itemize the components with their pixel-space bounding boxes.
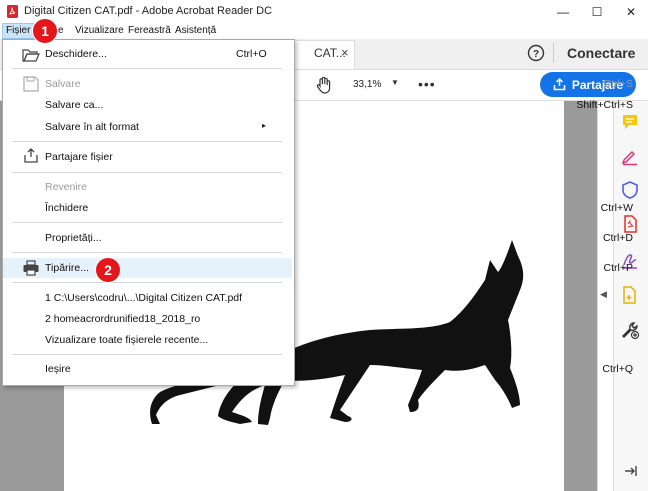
step-badge-1: 1 bbox=[32, 18, 58, 44]
menu-item-recent-1-label: 1 C:\Users\codru\...\Digital Citizen CAT… bbox=[45, 292, 243, 304]
document-tab-close-icon[interactable]: × bbox=[341, 45, 349, 60]
menu-item-revert-label: Revenire bbox=[45, 181, 88, 193]
menu-item-close-label: Închidere bbox=[45, 202, 89, 214]
svg-text:?: ? bbox=[533, 49, 539, 60]
menu-window[interactable]: Fereastră bbox=[128, 23, 171, 39]
menu-item-open-label: Deschidere... bbox=[45, 48, 107, 60]
help-icon[interactable]: ? bbox=[527, 44, 545, 62]
submenu-arrow-icon: ▸ bbox=[262, 121, 267, 130]
protect-shield-icon[interactable] bbox=[620, 180, 640, 200]
menu-separator bbox=[12, 141, 282, 142]
menu-item-save-as-label: Salvare ca... bbox=[45, 99, 104, 111]
menu-separator bbox=[12, 68, 282, 69]
menu-item-save bbox=[2, 75, 293, 95]
share-file-icon bbox=[24, 148, 38, 163]
menu-view[interactable]: Vizualizare bbox=[75, 23, 124, 39]
window-title: Digital Citizen CAT.pdf - Adobe Acrobat … bbox=[24, 5, 273, 17]
menu-edit[interactable]: e bbox=[58, 23, 64, 39]
menu-separator bbox=[12, 354, 282, 355]
header-divider bbox=[553, 43, 554, 63]
menu-item-save-other-format-label: Salvare în alt format bbox=[45, 121, 139, 133]
menu-item-print-label: Tipărire... bbox=[45, 262, 89, 274]
export-pdf-icon[interactable] bbox=[620, 214, 640, 234]
folder-open-icon bbox=[22, 49, 40, 62]
fill-sign-icon[interactable] bbox=[620, 146, 640, 166]
menu-file[interactable]: Fișier bbox=[2, 23, 35, 39]
more-tools-icon[interactable] bbox=[620, 320, 640, 340]
menu-item-open-shortcut: Ctrl+O bbox=[236, 48, 267, 60]
menu-separator bbox=[12, 172, 282, 173]
minimize-button[interactable]: — bbox=[546, 0, 580, 23]
menu-separator bbox=[12, 282, 282, 283]
menu-item-properties-shortcut: Ctrl+D bbox=[602, 232, 633, 244]
organize-pages-icon[interactable] bbox=[620, 285, 640, 305]
menu-item-save-as-shortcut: Shift+Ctrl+S bbox=[576, 99, 633, 111]
expand-panel-icon[interactable] bbox=[623, 463, 639, 479]
printer-icon bbox=[23, 260, 39, 276]
step-badge-2: 2 bbox=[95, 257, 121, 283]
sign-in-link[interactable]: Conectare bbox=[567, 45, 635, 61]
menu-item-close-shortcut: Ctrl+W bbox=[600, 202, 633, 214]
menu-item-view-all-recent-label: Vizualizare toate fișierele recente... bbox=[45, 334, 209, 346]
menu-help[interactable]: Asistență bbox=[175, 23, 216, 39]
menu-item-save-shortcut: Ctrl+S bbox=[603, 78, 633, 90]
comment-icon[interactable] bbox=[620, 112, 640, 132]
menu-item-share-file-label: Partajare fișier bbox=[45, 151, 113, 163]
menu-item-exit-label: Ieșire bbox=[45, 363, 71, 375]
acrobat-icon bbox=[7, 5, 18, 18]
menu-item-properties-label: Proprietăți... bbox=[45, 232, 102, 244]
menu-item-exit-shortcut: Ctrl+Q bbox=[602, 363, 633, 375]
maximize-button[interactable]: ☐ bbox=[580, 0, 614, 23]
close-window-button[interactable]: ✕ bbox=[614, 0, 648, 23]
collapse-arrow-icon[interactable]: ◀ bbox=[600, 289, 607, 300]
menu-separator bbox=[12, 252, 282, 253]
menu-item-recent-2-label: 2 homeacrordrunified18_2018_ro bbox=[45, 313, 201, 325]
menu-separator bbox=[12, 222, 282, 223]
menu-item-print-shortcut: Ctrl+P bbox=[603, 262, 633, 274]
